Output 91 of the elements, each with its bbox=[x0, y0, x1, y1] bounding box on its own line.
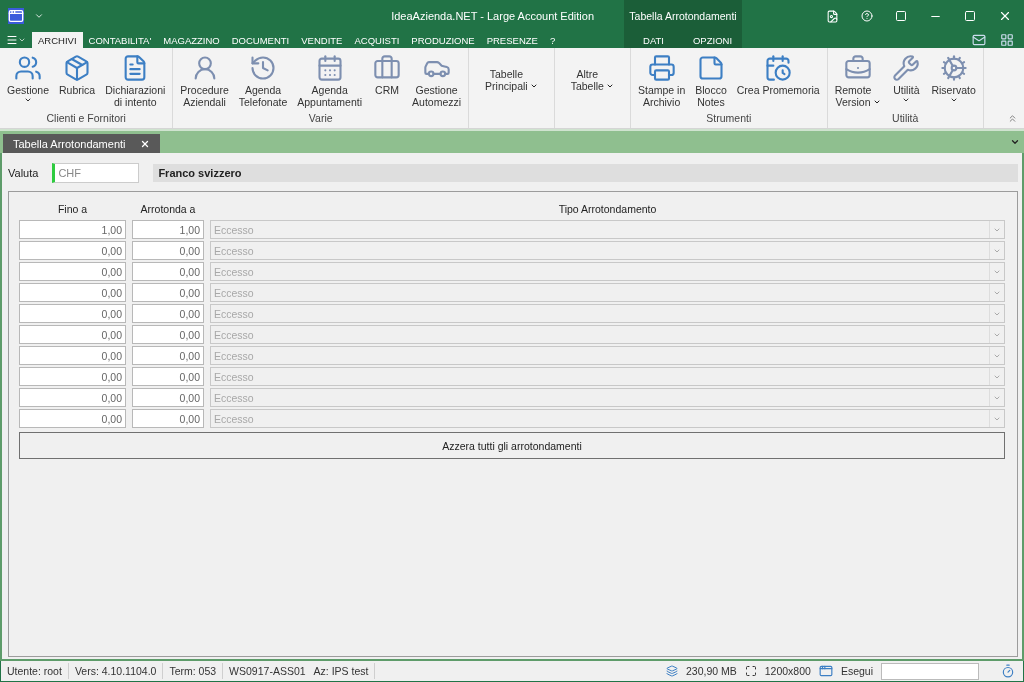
close-icon[interactable] bbox=[998, 9, 1012, 23]
ribbon-button[interactable]: Altre Tabelle bbox=[556, 48, 628, 112]
ribbon-button[interactable]: Agenda Appuntamenti bbox=[292, 48, 368, 112]
document-icon[interactable] bbox=[826, 9, 839, 23]
ribbon-tab[interactable]: PRODUZIONE bbox=[405, 32, 481, 48]
timer-icon[interactable] bbox=[1001, 664, 1015, 678]
calendar-icon bbox=[315, 54, 344, 82]
button-label: Blocco Notes bbox=[695, 84, 727, 108]
column-header: Arrotonda a bbox=[139, 202, 197, 217]
currency-name: Franco svizzero bbox=[153, 164, 1018, 182]
sticky-note-icon bbox=[697, 54, 725, 82]
button-label: Utilità bbox=[893, 84, 920, 96]
button-label: Rubrica bbox=[59, 84, 96, 96]
ribbon-button[interactable]: Remote Version bbox=[829, 48, 887, 112]
printer-icon bbox=[647, 54, 676, 82]
ribbon-button[interactable]: Gestione bbox=[2, 48, 55, 112]
document-tab[interactable]: Tabella Arrotondamenti bbox=[3, 134, 160, 153]
currency-label: Valuta bbox=[8, 167, 39, 179]
quick-access-caret-icon[interactable] bbox=[34, 11, 44, 21]
clock-arrow-icon bbox=[249, 54, 277, 82]
button-label: Dichiarazioni di intento bbox=[105, 84, 166, 108]
button-label: Remote Version bbox=[834, 84, 872, 108]
ribbon-button[interactable]: Tabelle Principali bbox=[471, 48, 552, 112]
close-icon[interactable] bbox=[139, 138, 150, 149]
button-label: Agenda Telefonate bbox=[238, 84, 288, 108]
button-label: Stampe in Archivio bbox=[637, 84, 686, 108]
column-header: Fino a bbox=[56, 202, 89, 217]
people-icon bbox=[14, 54, 42, 82]
status-text: Utente: root bbox=[7, 665, 62, 677]
resolution-text: 1200x800 bbox=[764, 665, 811, 677]
ribbon-button[interactable]: Riservato bbox=[926, 48, 981, 112]
run-field[interactable] bbox=[881, 662, 979, 680]
memory-icon bbox=[665, 665, 678, 677]
status-text: WS0917-ASS01 bbox=[229, 665, 306, 677]
run-label: Esegui bbox=[840, 665, 873, 677]
status-text: Vers: 4.10.1104.0 bbox=[74, 665, 157, 677]
ribbon-button[interactable]: Stampe in Archivio bbox=[632, 48, 691, 112]
button-label: Crea Promemoria bbox=[736, 84, 820, 96]
maximize-icon[interactable] bbox=[964, 10, 976, 22]
button-label: Riservato bbox=[931, 84, 976, 96]
ribbon-button[interactable]: Dichiarazioni di intento bbox=[100, 48, 171, 112]
ribbon-tab[interactable]: DATI bbox=[624, 32, 683, 48]
reset-button[interactable]: Azzera tutti gli arrotondamenti bbox=[19, 432, 1005, 459]
status-text: Az: IPS test bbox=[313, 665, 369, 677]
ribbon-button[interactable]: Gestione Automezzi bbox=[407, 48, 467, 112]
help-icon[interactable] bbox=[861, 10, 873, 22]
ribbon-button[interactable]: Blocco Notes bbox=[690, 48, 732, 112]
fullscreen-icon bbox=[744, 665, 757, 677]
memory-text: 230,90 MB bbox=[685, 665, 737, 677]
group-label: Varie bbox=[308, 112, 333, 126]
ribbon-button[interactable]: Utilità bbox=[886, 48, 927, 112]
ribbon-tab[interactable]: MAGAZZINO bbox=[157, 32, 226, 48]
caret-icon[interactable] bbox=[18, 36, 26, 44]
button-label: CRM bbox=[375, 84, 399, 96]
mail-icon[interactable] bbox=[972, 33, 986, 47]
column-header: Tipo Arrotondamento bbox=[557, 202, 658, 217]
box-icon bbox=[63, 54, 92, 82]
group-label: Utilità bbox=[892, 112, 919, 126]
group-label: Strumenti bbox=[706, 112, 752, 126]
ribbon-tab[interactable]: ? bbox=[543, 32, 562, 48]
button-label: Agenda Appuntamenti bbox=[297, 84, 363, 108]
ribbon-tab[interactable]: CONTABILITA' bbox=[82, 32, 158, 48]
button-label: Altre Tabelle bbox=[570, 68, 604, 92]
context-title: Tabella Arrotondamenti bbox=[628, 9, 738, 24]
ribbon-tab[interactable]: OPZIONI bbox=[683, 32, 742, 48]
menu-icon[interactable] bbox=[6, 34, 18, 46]
button-label: Procedure Aziendali bbox=[180, 84, 229, 108]
group-label: Clienti e Fornitori bbox=[46, 112, 126, 126]
ribbon-tab[interactable]: PRESENZE bbox=[480, 32, 544, 48]
windows-icon[interactable] bbox=[1000, 33, 1014, 47]
button-label: Tabelle Principali bbox=[485, 68, 528, 92]
wrench-icon bbox=[892, 54, 921, 82]
calendar-clock-icon bbox=[764, 54, 793, 82]
ribbon-tab[interactable]: ARCHIVI bbox=[32, 32, 83, 48]
button-label: Gestione bbox=[7, 84, 50, 96]
ribbon-button[interactable]: Procedure Aziendali bbox=[175, 48, 234, 112]
currency-field[interactable]: CHF bbox=[52, 163, 140, 183]
window-title: IdeaAzienda.NET - Large Account Edition bbox=[391, 10, 594, 22]
app-icon[interactable] bbox=[8, 8, 24, 24]
caret-icon[interactable] bbox=[1010, 137, 1020, 147]
ribbon-button[interactable]: Crea Promemoria bbox=[731, 48, 825, 112]
button-label: Gestione Automezzi bbox=[412, 84, 462, 108]
ribbon-tab[interactable]: DOCUMENTI bbox=[225, 32, 296, 48]
status-text: Term: 053 bbox=[169, 665, 217, 677]
window-icon[interactable] bbox=[818, 664, 833, 678]
ribbon-button[interactable]: Agenda Telefonate bbox=[233, 48, 293, 112]
ribbon-tab[interactable]: VENDITE bbox=[295, 32, 349, 48]
ribbon-button[interactable]: CRM bbox=[367, 48, 408, 112]
ribbon-tab[interactable]: ACQUISTI bbox=[348, 32, 406, 48]
gear-icon bbox=[939, 54, 968, 82]
ribbon-button[interactable]: Rubrica bbox=[54, 48, 101, 112]
